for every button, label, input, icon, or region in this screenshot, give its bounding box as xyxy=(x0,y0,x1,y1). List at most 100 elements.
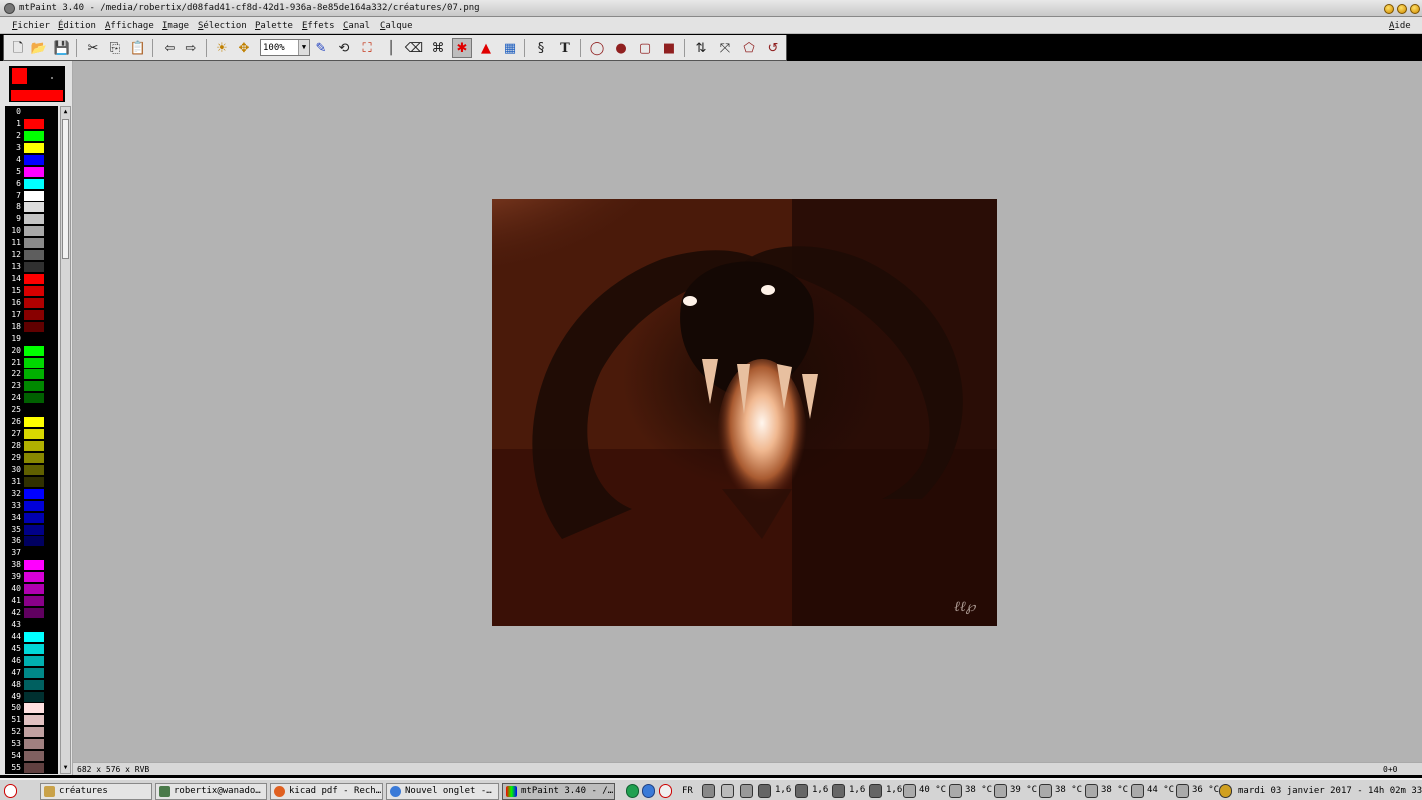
palette-row[interactable]: 51 xyxy=(5,714,58,726)
palette-row[interactable]: 1 xyxy=(5,118,58,130)
palette-swatch[interactable] xyxy=(24,405,44,416)
menu-calque[interactable]: Calque xyxy=(380,21,413,31)
clone-icon[interactable]: ⌘ xyxy=(428,38,448,58)
palette-row[interactable]: 41 xyxy=(5,595,58,607)
palette-swatch[interactable] xyxy=(24,548,44,559)
palette-swatch[interactable] xyxy=(24,751,44,762)
palette-row[interactable]: 6 xyxy=(5,178,58,190)
palette-row[interactable]: 53 xyxy=(5,738,58,750)
palette-row[interactable]: 48 xyxy=(5,679,58,691)
palette-row[interactable]: 11 xyxy=(5,237,58,249)
color-swatch[interactable] xyxy=(9,66,65,102)
palette-swatch[interactable] xyxy=(24,333,44,344)
palette-swatch[interactable] xyxy=(24,393,44,404)
background-color[interactable] xyxy=(51,77,53,79)
palette-swatch[interactable] xyxy=(24,464,44,475)
palette-swatch[interactable] xyxy=(24,691,44,702)
palette-swatch[interactable] xyxy=(24,596,44,607)
palette-swatch[interactable] xyxy=(24,500,44,511)
palette-swatch[interactable] xyxy=(24,703,44,714)
palette-swatch[interactable] xyxy=(24,667,44,678)
palette-swatch[interactable] xyxy=(24,715,44,726)
palette-swatch[interactable] xyxy=(24,560,44,571)
palette-row[interactable]: 33 xyxy=(5,500,58,512)
palette-row[interactable]: 46 xyxy=(5,655,58,667)
task-terminal[interactable]: robertix@wanado… xyxy=(155,783,267,800)
menu-affichage[interactable]: Affichage xyxy=(105,21,154,31)
palette-row[interactable]: 54 xyxy=(5,750,58,762)
palette-swatch[interactable] xyxy=(24,608,44,618)
menu-fichier[interactable]: Fichier xyxy=(12,21,50,31)
palette-swatch[interactable] xyxy=(24,584,44,595)
palette-swatch[interactable] xyxy=(24,142,44,153)
palette-swatch[interactable] xyxy=(24,321,44,332)
scroll-down-icon[interactable]: ▼ xyxy=(61,763,70,773)
palette-swatch[interactable] xyxy=(24,190,44,201)
palette-row[interactable]: 26 xyxy=(5,416,58,428)
palette-row[interactable]: 50 xyxy=(5,702,58,714)
palette-row[interactable]: 55 xyxy=(5,762,58,774)
cut-icon[interactable]: ✂ xyxy=(83,38,103,58)
palette-row[interactable]: 16 xyxy=(5,297,58,309)
palette-swatch[interactable] xyxy=(24,309,44,320)
pan-icon[interactable]: ☀ xyxy=(212,38,232,58)
palette-row[interactable]: 24 xyxy=(5,392,58,404)
lasso-icon[interactable]: ↺ xyxy=(763,38,783,58)
brush-icon[interactable]: § xyxy=(531,38,551,58)
canvas-image[interactable]: ℓℓ℘ xyxy=(492,199,997,626)
palette-swatch[interactable] xyxy=(24,631,44,642)
palette-row[interactable]: 43 xyxy=(5,619,58,631)
palette-swatch[interactable] xyxy=(24,739,44,750)
flip-icon[interactable]: ⇅ xyxy=(691,38,711,58)
palette-swatch[interactable] xyxy=(24,226,44,237)
task-creatures[interactable]: créatures xyxy=(40,783,152,800)
maximize-button[interactable] xyxy=(1397,4,1407,14)
save-icon[interactable]: 💾 xyxy=(52,38,72,58)
palette-row[interactable]: 15 xyxy=(5,285,58,297)
printer-icon[interactable] xyxy=(740,784,753,798)
palette-swatch[interactable] xyxy=(24,369,44,380)
palette-swatch[interactable] xyxy=(24,679,44,690)
network-icon[interactable] xyxy=(626,784,639,798)
palette-row[interactable]: 38 xyxy=(5,559,58,571)
outline-rect-icon[interactable]: ▢ xyxy=(635,38,655,58)
palette-row[interactable]: 12 xyxy=(5,249,58,261)
palette-row[interactable]: 20 xyxy=(5,345,58,357)
palette-row[interactable]: 3 xyxy=(5,142,58,154)
pencil-icon[interactable]: ✎ xyxy=(311,38,331,58)
palette-scrollbar[interactable]: ▲ ▼ xyxy=(60,106,71,774)
palette-row[interactable]: 25 xyxy=(5,404,58,416)
palette-swatch[interactable] xyxy=(24,238,44,249)
palette-swatch[interactable] xyxy=(24,118,44,129)
palette-swatch[interactable] xyxy=(24,178,44,189)
palette-row[interactable]: 23 xyxy=(5,380,58,392)
keyboard-layout[interactable]: FR xyxy=(682,784,693,798)
palette-row[interactable]: 28 xyxy=(5,440,58,452)
gradient-icon[interactable]: ▲ xyxy=(476,38,496,58)
palette-row[interactable]: 32 xyxy=(5,488,58,500)
polygon-icon[interactable]: ⬠ xyxy=(739,38,759,58)
palette-row[interactable]: 9 xyxy=(5,213,58,225)
palette-swatch[interactable] xyxy=(24,274,44,284)
palette-row[interactable]: 52 xyxy=(5,726,58,738)
paste-icon[interactable]: 📋 xyxy=(128,38,148,58)
zoom-input[interactable] xyxy=(261,40,299,55)
start-menu-icon[interactable] xyxy=(4,784,17,798)
chevron-down-icon[interactable]: ▼ xyxy=(298,40,309,55)
magnifier-icon[interactable] xyxy=(1219,784,1232,798)
palette-swatch[interactable] xyxy=(24,130,44,141)
palette-row[interactable]: 22 xyxy=(5,368,58,380)
palette-row[interactable]: 17 xyxy=(5,309,58,321)
smudge-icon[interactable]: ✱ xyxy=(452,38,472,58)
chrome-tray-icon[interactable] xyxy=(642,784,655,798)
palette-row[interactable]: 27 xyxy=(5,428,58,440)
palette-swatch[interactable] xyxy=(24,524,44,535)
palette-swatch[interactable] xyxy=(24,643,44,654)
palette-row[interactable]: 47 xyxy=(5,667,58,679)
task-firefox[interactable]: kicad pdf - Rech… xyxy=(270,783,383,800)
palette-row[interactable]: 7 xyxy=(5,190,58,202)
menu-palette[interactable]: Palette xyxy=(255,21,293,31)
palette-row[interactable]: 37 xyxy=(5,547,58,559)
scroll-up-icon[interactable]: ▲ xyxy=(61,107,70,117)
palette-swatch[interactable] xyxy=(24,381,44,392)
